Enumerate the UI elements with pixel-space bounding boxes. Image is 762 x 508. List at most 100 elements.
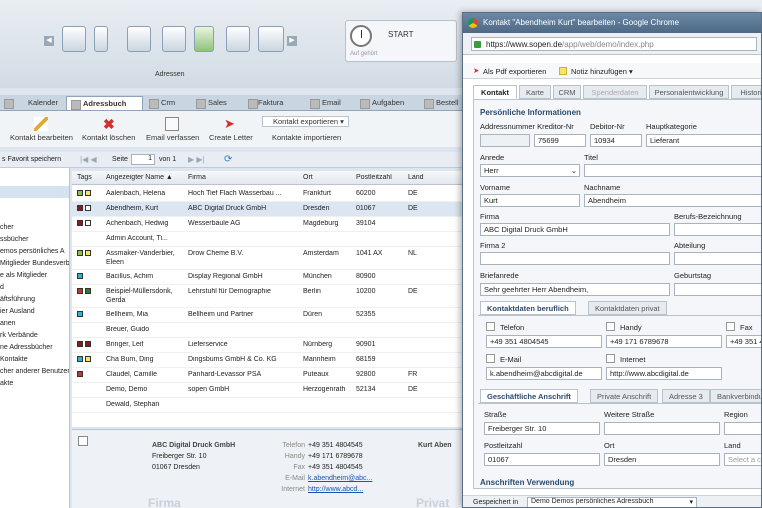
- tree-item[interactable]: cher anderer Benutzer: [0, 368, 69, 375]
- tab-business-contact[interactable]: Kontaktdaten beruflich: [480, 301, 576, 315]
- fax-field[interactable]: +49 351 4: [726, 335, 761, 348]
- city-field[interactable]: Dresden: [604, 453, 720, 466]
- tree-item[interactable]: Mitglieder Bundesverb: [0, 260, 69, 267]
- mobile-field[interactable]: +49 171 6789678: [606, 335, 722, 348]
- company2-field[interactable]: [480, 252, 670, 265]
- header-city[interactable]: Ort: [303, 174, 313, 181]
- internet-checkbox[interactable]: [606, 354, 615, 363]
- card-icon[interactable]: [258, 26, 284, 52]
- table-row[interactable]: Aalenbach, Helena Hoch Tief Flach Wasserb…: [72, 187, 462, 202]
- import-contacts-button[interactable]: Kontakte importieren: [262, 133, 341, 142]
- page-input[interactable]: 1: [131, 154, 155, 165]
- first-name-field[interactable]: Kurt: [480, 194, 580, 207]
- address-book-select[interactable]: Demo Demos persönliches Adressbuch ▾: [527, 497, 697, 507]
- tree-item[interactable]: emos persönliches A: [0, 248, 65, 255]
- add-note-button[interactable]: Notiz hinzufügen ▾: [571, 67, 633, 76]
- tab-personalentwicklung[interactable]: Personalentwicklung: [649, 85, 729, 99]
- table-row[interactable]: Abendheim, Kurt ABC Digital Druck GmbH Dre…: [72, 202, 462, 217]
- edit-contact-button[interactable]: Kontakt bearbeiten: [10, 133, 73, 142]
- phone-field[interactable]: +49 351 4804545: [486, 335, 602, 348]
- salutation-select[interactable]: Herr ⌄: [480, 164, 580, 177]
- tree-item[interactable]: Kontakte: [0, 356, 28, 363]
- tree-item[interactable]: d: [0, 284, 4, 291]
- job-title-field[interactable]: [674, 223, 761, 236]
- export-contact-button[interactable]: Kontakt exportieren ▾: [262, 116, 349, 127]
- table-row[interactable]: Bacillus, Achim Display Regional GmbH Münc…: [72, 270, 462, 285]
- region-field[interactable]: [724, 422, 761, 435]
- first-page-icon[interactable]: |◀ ◀: [80, 155, 97, 164]
- telefon-checkbox[interactable]: [486, 322, 495, 331]
- table-row[interactable]: Admin Account, Ti...: [72, 232, 462, 247]
- header-zip[interactable]: Postleitzahl: [356, 174, 392, 181]
- header-country[interactable]: Land: [408, 174, 424, 181]
- save-favorite-link[interactable]: s Favorit speichern: [2, 156, 61, 163]
- tab-historie[interactable]: Histori: [731, 85, 761, 99]
- country-select[interactable]: Select a co: [724, 453, 761, 466]
- company-field[interactable]: ABC Digital Druck GmbH: [480, 223, 670, 236]
- scroll-left-button[interactable]: ◀: [44, 36, 54, 46]
- email-field[interactable]: k.abendheim@abcdigital.de: [486, 367, 602, 380]
- department-field[interactable]: [674, 252, 761, 265]
- compose-email-button[interactable]: Email verfassen: [146, 133, 199, 142]
- create-letter-button[interactable]: Create Letter: [209, 133, 253, 142]
- tab-sales[interactable]: Sales: [192, 96, 242, 110]
- tab-address3[interactable]: Adresse 3: [662, 389, 710, 403]
- tab-bestell[interactable]: Bestell: [420, 96, 462, 110]
- street2-field[interactable]: [604, 422, 720, 435]
- detail-email-link[interactable]: k.abendheim@abc...: [308, 475, 372, 482]
- url-field[interactable]: https://www.sopen.de/app/web/demo/index.…: [471, 37, 757, 51]
- tab-crm[interactable]: Crm: [145, 96, 190, 110]
- table-row[interactable]: Beispiel-Müllersdonk, Gerda Lehrstuhl für…: [72, 285, 462, 308]
- header-tags[interactable]: Tags: [77, 174, 92, 181]
- pdf-export-button[interactable]: Als Pdf exportieren: [483, 67, 546, 76]
- document-icon[interactable]: [194, 26, 214, 52]
- table-row[interactable]: Bringer, Leif Lieferservice Nürnberg 90901: [72, 338, 462, 353]
- email-checkbox[interactable]: [486, 354, 495, 363]
- tab-faktura[interactable]: Faktura: [244, 96, 306, 110]
- header-name[interactable]: Angezeigter Name ▲: [106, 174, 173, 181]
- tab-karte[interactable]: Karte: [519, 85, 551, 99]
- street-field[interactable]: Freiberger Str. 10: [484, 422, 600, 435]
- tab-bank[interactable]: Bankverbindu: [710, 389, 761, 403]
- calculator-icon[interactable]: [94, 26, 108, 52]
- refresh-icon[interactable]: ⟳: [224, 154, 232, 165]
- tree-item[interactable]: cher: [0, 224, 14, 231]
- tree-item[interactable]: ssbücher: [0, 236, 28, 243]
- table-row[interactable]: Achenbach, Hedwig Wesserbaule AG Magdeburg…: [72, 217, 462, 232]
- table-row[interactable]: Claudel, Camille Panhard-Levassor PSA Pute…: [72, 368, 462, 383]
- tab-aufgaben[interactable]: Aufgaben: [356, 96, 420, 110]
- table-row[interactable]: Bellheim, Mia Bellheim und Partner Düren 52…: [72, 308, 462, 323]
- debitor-field[interactable]: 10934: [590, 134, 642, 147]
- table-row[interactable]: Cha Bum, Ding Dingsbums GmbH & Co. KG Mann…: [72, 353, 462, 368]
- tree-item[interactable]: ne Adressbücher: [0, 344, 53, 351]
- website-field[interactable]: http://www.abcdigital.de: [606, 367, 722, 380]
- tree-item[interactable]: e als Mitglieder: [0, 272, 47, 279]
- address-icon[interactable]: [162, 26, 186, 52]
- table-row[interactable]: Breuer, Guido: [72, 323, 462, 338]
- tree-item[interactable]: akte: [0, 380, 13, 387]
- letter-salutation-field[interactable]: Sehr geehrter Herr Abendheim,: [480, 283, 670, 296]
- tab-private-address[interactable]: Private Anschrift: [590, 389, 659, 403]
- fax-checkbox[interactable]: [726, 322, 735, 331]
- handy-checkbox[interactable]: [606, 322, 615, 331]
- tab-adressbuch[interactable]: Adressbuch: [66, 96, 143, 110]
- birthday-field[interactable]: [674, 283, 761, 296]
- title-field[interactable]: [584, 164, 761, 177]
- tree-item[interactable]: ier Ausland: [0, 308, 35, 315]
- tab-kontakt[interactable]: Kontakt: [473, 85, 517, 99]
- table-row[interactable]: Demo, Demo sopen GmbH Herzogenrath 52134 DE: [72, 383, 462, 398]
- tree-item[interactable]: äftsführung: [0, 296, 35, 303]
- scroll-right-button[interactable]: ▶: [287, 36, 297, 46]
- clock-app-icon[interactable]: [62, 26, 86, 52]
- kreditor-field[interactable]: 75699: [534, 134, 586, 147]
- chart-icon[interactable]: [226, 26, 250, 52]
- detail-web-link[interactable]: http://www.abcd...: [308, 486, 363, 493]
- table-row[interactable]: Dewald, Stephan: [72, 398, 462, 413]
- vcard-icon[interactable]: [78, 436, 88, 446]
- tab-email[interactable]: Email: [306, 96, 356, 110]
- tree-item[interactable]: rk Verbände: [0, 332, 38, 339]
- last-name-field[interactable]: Abendheim: [584, 194, 761, 207]
- delete-contact-button[interactable]: Kontakt löschen: [82, 133, 135, 142]
- tab-kalender[interactable]: Kalender: [0, 96, 66, 110]
- zip-field[interactable]: 01067: [484, 453, 600, 466]
